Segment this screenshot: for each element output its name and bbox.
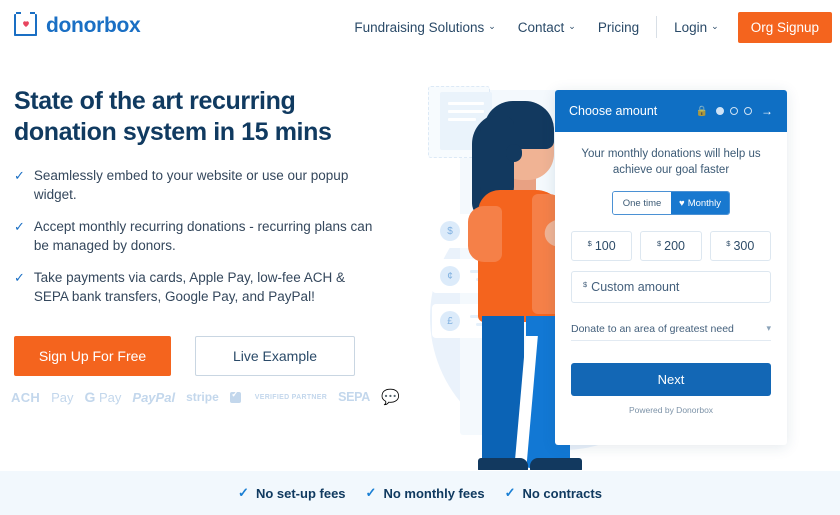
check-icon: ✓ [14,270,25,285]
nav-label: Pricing [597,19,640,35]
chevron-down-icon: ⌄ [711,20,719,31]
toggle-monthly-label: Monthly [687,197,721,209]
currency-symbol: $ [656,238,662,248]
list-item: ✓ Take payments via cards, Apple Pay, lo… [14,268,379,306]
step-dot [744,107,752,115]
designation-label: Donate to an area of greatest need [571,322,734,335]
powered-by-label: Powered by Donorbox [628,405,714,415]
benefit-label: No contracts [522,485,602,501]
hero-content: State of the art recurring donation syst… [14,86,379,319]
amount-value: 300 [733,239,755,253]
list-item-label: Seamlessly embed to your website or use … [33,168,349,202]
chevron-down-icon: ⌄ [568,20,576,31]
cta-row: Sign Up For Free Live Example [14,336,355,376]
step-indicator: 🔒 → [696,104,773,118]
logo-text: donorbox [46,13,141,37]
widget-body: Your monthly donations will help us achi… [555,132,787,415]
check-icon: ✓ [238,485,249,500]
amount-value: 100 [594,239,616,253]
verified-check-icon [229,389,241,403]
nav-item-contact[interactable]: Contact ⌄ [507,0,587,54]
list-item: ✓ Accept monthly recurring donations - r… [14,217,379,255]
org-signup-button[interactable]: Org Signup [737,11,832,43]
benefit-label: No monthly fees [383,485,485,501]
chat-support-icon: 💬 [381,388,400,406]
amount-option-300[interactable]: $ 300 [709,231,771,261]
sign-up-for-free-button[interactable]: Sign Up For Free [14,336,171,376]
paypal-logo: PayPal [132,389,176,405]
widget-header: Choose amount 🔒 → [555,90,787,132]
chevron-down-icon: ▾ [766,323,771,333]
logo[interactable]: donorbox [14,11,141,38]
nav-item-fundraising-solutions[interactable]: Fundraising Solutions ⌄ [343,0,506,54]
verified-partner-label: VERIFIED PARTNER [254,393,328,401]
donorbox-heart-box-icon [14,11,39,38]
amount-option-200[interactable]: $ 200 [640,231,702,261]
check-icon: ✓ [14,168,25,183]
google-pay-logo: G Pay [84,389,122,405]
headline-line-1: State of the art recurring [14,87,296,115]
toggle-monthly[interactable]: ♥ Monthly [671,192,729,214]
nav-label: Login [674,19,708,35]
site-header: donorbox Fundraising Solutions ⌄ Contact… [0,0,840,54]
list-item-label: Accept monthly recurring donations - rec… [33,219,373,253]
donation-widget: Choose amount 🔒 → Your monthly donations… [555,90,787,445]
currency-icon: $ [440,221,460,241]
toggle-one-time[interactable]: One time [613,192,671,214]
list-item: ✓ Seamlessly embed to your website or us… [14,166,379,204]
benefit-no-contracts: ✓ No contracts [505,485,602,501]
heart-icon: ♥ [679,197,685,209]
nav-label: Fundraising Solutions [354,19,485,35]
toggle-one-time-label: One time [622,197,662,209]
stripe-logo: stripe [186,390,219,404]
benefit-label: No set-up fees [255,485,346,501]
designation-select[interactable]: Donate to an area of greatest need ▾ [571,317,771,341]
amount-value: 200 [664,239,685,253]
list-item-label: Take payments via cards, Apple Pay, low-… [33,270,346,304]
check-icon: ✓ [365,485,377,500]
landing-page: donorbox Fundraising Solutions ⌄ Contact… [0,0,840,515]
currency-icon: ¢ [440,266,460,286]
currency-icon: £ [440,311,460,331]
benefits-bar: ✓ No set-up fees ✓ No monthly fees ✓ No … [0,471,840,515]
nav-divider [656,16,658,38]
check-icon: ✓ [14,219,25,234]
custom-amount-input[interactable]: $ Custom amount [571,271,771,303]
page-title: State of the art recurring donation syst… [14,86,379,148]
sepa-logo: SEPA [338,390,371,404]
chevron-down-icon: ⌄ [488,20,496,31]
custom-amount-placeholder: Custom amount [591,280,680,294]
arrow-right-icon: → [761,104,773,118]
amount-option-100[interactable]: $ 100 [571,231,633,261]
next-button[interactable]: Next [571,363,771,396]
benefit-no-setup-fees: ✓ No set-up fees [238,485,345,501]
step-dot [730,107,738,115]
feature-list: ✓ Seamlessly embed to your website or us… [14,166,379,306]
amount-options: $ 100 $ 200 $ 300 [571,231,771,261]
currency-symbol: $ [587,238,592,248]
google-g-icon: G [84,389,96,405]
payment-methods-row: ACH Pay G Pay PayPal stripe VERIFIED PAR… [11,389,400,405]
live-example-button[interactable]: Live Example [195,336,355,376]
nav-label: Contact [517,19,565,35]
frequency-toggle[interactable]: One time ♥ Monthly [612,191,730,215]
check-icon: ✓ [504,485,516,500]
currency-symbol: $ [583,279,588,289]
currency-symbol: $ [726,238,731,248]
headline-line-2: donation system in 15 mins [14,118,332,146]
nav-item-login[interactable]: Login ⌄ [663,0,730,54]
step-dot-active [716,107,724,115]
lock-icon: 🔒 [695,105,708,117]
nav-item-pricing[interactable]: Pricing [587,0,650,54]
benefit-no-monthly-fees: ✓ No monthly fees [366,485,485,501]
ach-logo: ACH [11,389,41,405]
apple-pay-logo: Pay [51,389,74,405]
main-nav: Fundraising Solutions ⌄ Contact ⌄ Pricin… [343,0,832,54]
widget-message: Your monthly donations will help us achi… [581,148,761,176]
widget-title: Choose amount [569,104,658,118]
